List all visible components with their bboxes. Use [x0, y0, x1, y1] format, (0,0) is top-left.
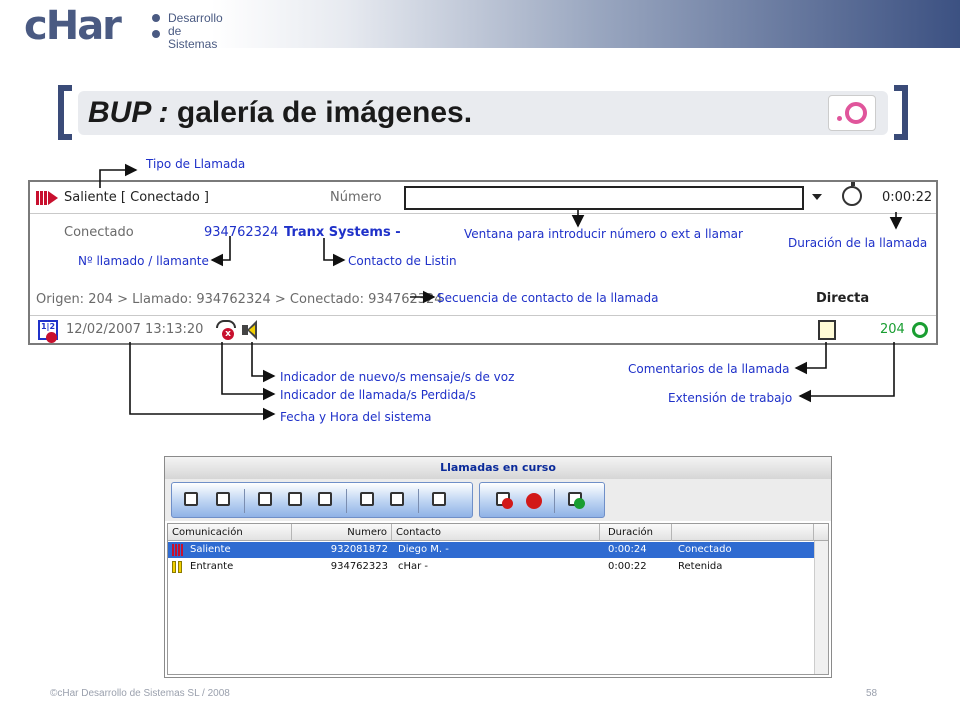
- table-row[interactable]: Entrante 934762323 cHar - 0:00:22 Reteni…: [168, 559, 816, 575]
- call-mode: Directa: [816, 291, 870, 306]
- contacts-button[interactable]: [354, 488, 380, 512]
- outgoing-call-icon: [172, 544, 186, 556]
- annotation-comentarios: Comentarios de la llamada: [628, 362, 790, 376]
- cell-tipo: Saliente: [190, 544, 231, 555]
- title-box: BUP : galería de imágenes.: [78, 91, 888, 135]
- calls-table: Comunicación Numero Contacto Duración Sa…: [167, 523, 829, 675]
- cell-estado: Conectado: [678, 544, 732, 555]
- cell-numero: 932081872: [330, 544, 388, 555]
- call-type-label: Saliente [ Conectado ]: [64, 190, 209, 205]
- annotation-perdida: Indicador de llamada/s Perdida/s: [280, 388, 476, 402]
- block-button[interactable]: [520, 488, 546, 512]
- annotation-numero-llamado: Nº llamado / llamante: [78, 254, 209, 268]
- cell-numero: 934762323: [330, 561, 388, 572]
- cell-duracion: 0:00:22: [608, 561, 647, 572]
- call-status-row: Saliente [ Conectado ] Número 0:00:22: [30, 182, 936, 214]
- column-header[interactable]: Numero: [292, 524, 392, 541]
- logo-wordmark: cHar: [24, 3, 122, 49]
- annotation-contacto: Contacto de Listin: [348, 254, 457, 268]
- number-label: Número: [330, 190, 382, 205]
- voicemail-icon[interactable]: [242, 320, 262, 340]
- toolbar-group-actions: [479, 482, 605, 518]
- stopwatch-icon: [842, 182, 862, 206]
- call-duration: 0:00:22: [882, 190, 933, 205]
- pink-logo-icon: [828, 95, 876, 131]
- table-header: Comunicación Numero Contacto Duración: [168, 524, 828, 541]
- comment-icon[interactable]: [818, 320, 836, 340]
- column-header[interactable]: Comunicación: [168, 524, 292, 541]
- window-title: Llamadas en curso: [165, 457, 831, 479]
- cell-contacto: Diego M. -: [398, 544, 449, 555]
- column-header[interactable]: Duración: [600, 524, 672, 541]
- status-ring-icon: [912, 322, 928, 338]
- held-call-icon: [172, 561, 186, 573]
- cell-tipo: Entrante: [190, 561, 234, 572]
- notes-button[interactable]: [384, 488, 410, 512]
- column-header[interactable]: Contacto: [392, 524, 600, 541]
- logo-subtitle: Desarrollo de Sistemas: [168, 11, 223, 51]
- annotation-secuencia: Secuencia de contacto de la llamada: [437, 291, 659, 305]
- slide-title: BUP : galería de imágenes.: [88, 96, 473, 129]
- hold-call-button[interactable]: [252, 488, 278, 512]
- transfer-call-button[interactable]: [282, 488, 308, 512]
- cell-estado: Retenida: [678, 561, 723, 572]
- calls-in-progress-window: Llamadas en curso Comunicación Numero Co…: [164, 456, 832, 678]
- conference-button[interactable]: [312, 488, 338, 512]
- slide-title-area: BUP : galería de imágenes.: [58, 85, 908, 140]
- work-extension: 204: [880, 322, 905, 337]
- annotation-nuevo-mensaje: Indicador de nuevo/s mensaje/s de voz: [280, 370, 515, 384]
- annotation-duracion: Duración de la llamada: [788, 236, 928, 250]
- toolbar: [165, 479, 831, 521]
- left-bracket: [58, 85, 72, 140]
- system-datetime: 12/02/2007 13:13:20: [66, 322, 204, 337]
- history-button[interactable]: [426, 488, 452, 512]
- hangup-call-button[interactable]: [210, 488, 236, 512]
- redirect-button[interactable]: [490, 488, 516, 512]
- header-bar: [0, 0, 960, 48]
- connected-label: Conectado: [64, 225, 134, 240]
- right-bracket: [894, 85, 908, 140]
- logo-dots: [152, 14, 162, 42]
- add-call-button[interactable]: [562, 488, 588, 512]
- number-input[interactable]: [404, 186, 804, 210]
- toolbar-group-main: [171, 482, 473, 518]
- chevron-down-icon[interactable]: [812, 194, 822, 200]
- column-header[interactable]: [672, 524, 814, 541]
- answer-call-button[interactable]: [178, 488, 204, 512]
- missed-call-icon[interactable]: x: [216, 320, 236, 340]
- connected-number: 934762324: [204, 225, 279, 240]
- annotation-extension: Extensión de trabajo: [668, 391, 793, 405]
- outgoing-call-icon: [36, 191, 58, 205]
- call-sequence: Origen: 204 > Llamado: 934762324 > Conec…: [36, 292, 443, 307]
- contact-name: Tranx Systems -: [284, 225, 401, 240]
- footer-copyright: ©cHar Desarrollo de Sistemas SL / 2008: [50, 688, 230, 699]
- annotation-ventana: Ventana para introducir número o ext a l…: [464, 227, 743, 241]
- annotation-fecha: Fecha y Hora del sistema: [280, 410, 432, 424]
- page-number: 58: [866, 688, 878, 699]
- table-row[interactable]: Saliente 932081872 Diego M. - 0:00:24 Co…: [168, 542, 816, 558]
- cell-duracion: 0:00:24: [608, 544, 647, 555]
- calendar-icon: 1|2: [38, 320, 58, 343]
- cell-contacto: cHar -: [398, 561, 429, 572]
- annotation-tipo-llamada: Tipo de Llamada: [146, 157, 246, 171]
- vertical-scrollbar[interactable]: [814, 541, 828, 674]
